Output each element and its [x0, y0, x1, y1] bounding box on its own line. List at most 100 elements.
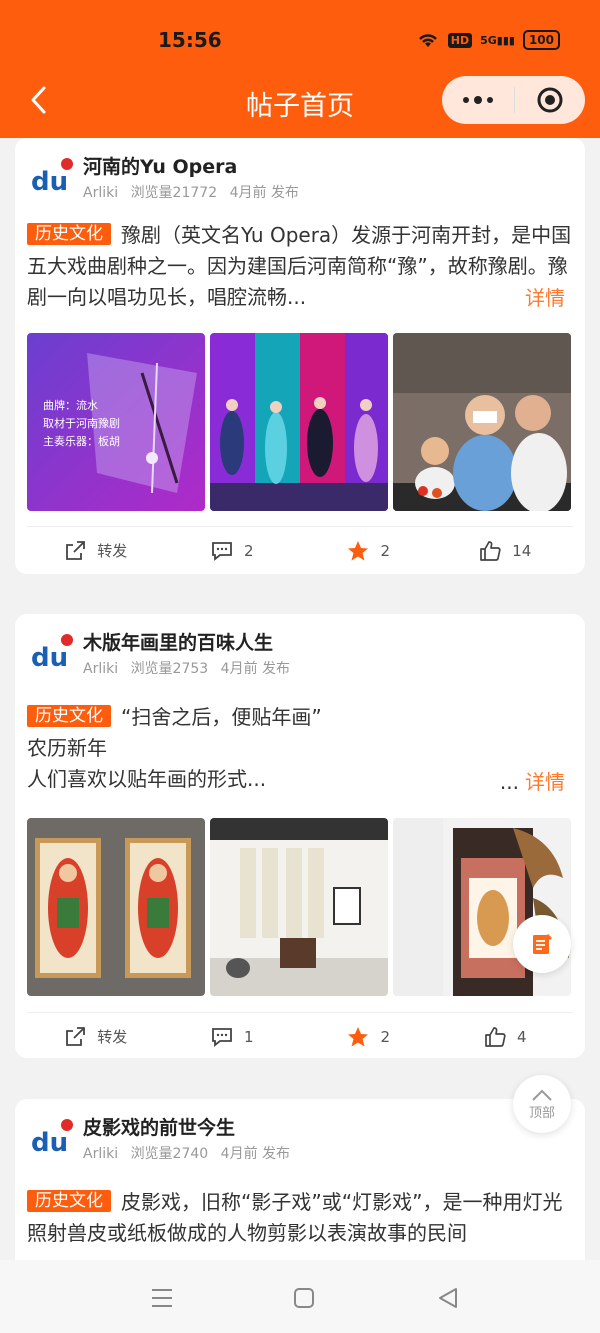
network-label: 5G: [480, 33, 497, 47]
back-to-top-label: 顶部: [528, 1105, 555, 1121]
star-icon: [348, 1026, 369, 1046]
comment-button[interactable]: 1: [164, 1013, 301, 1060]
post-meta: Arliki 浏览量2740 4月前 发布: [83, 1143, 298, 1163]
details-link[interactable]: 详情: [521, 282, 565, 311]
post-meta: Arliki 浏览量2753 4月前 发布: [83, 658, 298, 678]
status-time: 15:56: [158, 28, 222, 52]
status-icons: HD 5G▮▮▮ 100: [416, 30, 560, 50]
more-dots-icon: [463, 96, 493, 104]
image-caption-line: 取材于河南豫剧: [43, 416, 120, 430]
favorite-count: 2: [380, 541, 391, 560]
chevron-up-icon: [532, 1089, 552, 1101]
post-time: 4月前 发布: [220, 1146, 291, 1162]
category-tag[interactable]: 历史文化: [27, 1190, 111, 1212]
system-back-button[interactable]: [434, 1284, 462, 1312]
share-label: 转发: [97, 1028, 128, 1046]
edit-note-icon: [533, 934, 552, 954]
share-button[interactable]: 转发: [27, 1013, 164, 1060]
comment-count: 1: [243, 1027, 254, 1046]
post-image[interactable]: [210, 818, 388, 996]
post-meta: Arliki 浏览量21772 4月前 发布: [83, 182, 307, 202]
share-icon: [66, 1026, 86, 1046]
thumbs-up-icon: [480, 540, 501, 561]
thumbs-up-icon: [485, 1026, 506, 1047]
post-image[interactable]: [393, 333, 571, 511]
category-tag[interactable]: 历史文化: [27, 705, 111, 727]
image-caption-line: 曲牌：流水: [43, 398, 98, 412]
top-bar: 15:56 HD 5G▮▮▮ 100 帖子首页: [0, 0, 600, 138]
post-header: du 皮影戏的前世今生 Arliki 浏览量2740 4月前 发布: [29, 1113, 569, 1163]
like-count: 14: [512, 541, 532, 560]
favorite-button[interactable]: 2: [300, 1013, 437, 1060]
post-excerpt[interactable]: 历史文化 “扫舍之后，便贴年画” 农历新年 人们喜欢以贴年画的形式...: [27, 702, 573, 795]
avatar: du: [31, 634, 73, 672]
excerpt-line: 历史文化 “扫舍之后，便贴年画”: [27, 702, 573, 733]
menu-button[interactable]: [148, 1284, 176, 1312]
post-time: 4月前 发布: [229, 185, 299, 201]
post-title[interactable]: 皮影戏的前世今生: [83, 1113, 235, 1140]
home-button[interactable]: [290, 1284, 318, 1312]
post-author: Arliki: [83, 1146, 119, 1162]
post-excerpt[interactable]: 历史文化 豫剧（英文名Yu Opera）发源于河南开封，是中国五大戏曲剧种之一。因…: [27, 220, 573, 316]
back-to-top-button[interactable]: 顶部: [513, 1075, 571, 1133]
post-image[interactable]: [210, 333, 388, 511]
post-title[interactable]: 河南的Yu Opera: [83, 152, 237, 179]
post-author: Arliki: [83, 661, 119, 677]
nav-bar: 帖子首页: [0, 76, 600, 128]
share-icon: [66, 540, 86, 560]
details-link[interactable]: ... 详情: [500, 766, 565, 795]
svg-text:du: du: [31, 1128, 68, 1157]
excerpt-line: 农历新年: [27, 736, 107, 760]
favorite-count: 2: [380, 1027, 391, 1046]
comment-icon: [212, 541, 232, 561]
like-count: 4: [516, 1027, 527, 1046]
status-bar: 15:56 HD 5G▮▮▮ 100: [0, 28, 600, 54]
menu-icon: [152, 1289, 172, 1307]
target-circle-icon: [537, 87, 563, 113]
square-icon: [294, 1288, 314, 1308]
post-views: 浏览量2753: [130, 661, 209, 677]
post-card[interactable]: du 木版年画里的百味人生 Arliki 浏览量2753 4月前 发布 历史文化…: [15, 614, 585, 1058]
post-excerpt[interactable]: 历史文化 皮影戏，旧称“影子戏”或“灯影戏”，是一种用灯光照射兽皮或纸板做成的人物…: [27, 1187, 573, 1260]
post-images: [27, 818, 571, 996]
svg-text:du: du: [31, 167, 68, 196]
signal-icon: 5G▮▮▮: [480, 33, 515, 47]
share-button[interactable]: 转发: [27, 527, 164, 574]
share-label: 转发: [97, 542, 128, 560]
wifi-icon: [418, 34, 437, 47]
new-post-button[interactable]: [513, 915, 571, 973]
battery-level: 100: [528, 33, 554, 47]
category-tag[interactable]: 历史文化: [27, 223, 111, 245]
post-image[interactable]: [27, 818, 205, 996]
like-button[interactable]: 14: [437, 527, 574, 574]
mini-program-capsule: [442, 76, 585, 124]
post-card[interactable]: du 皮影戏的前世今生 Arliki 浏览量2740 4月前 发布 历史文化 皮影…: [15, 1099, 585, 1260]
avatar: du: [31, 158, 73, 196]
system-nav-bar: [0, 1260, 600, 1333]
svg-text:du: du: [31, 643, 68, 672]
post-author: Arliki: [83, 185, 119, 201]
image-caption-line: 主奏乐器：板胡: [43, 434, 120, 448]
more-button[interactable]: [442, 76, 514, 124]
excerpt-line-text: “扫舍之后，便贴年画”: [121, 705, 322, 729]
post-views: 浏览量2740: [130, 1146, 209, 1162]
star-icon: [348, 540, 369, 560]
avatar: du: [31, 1119, 73, 1157]
comment-count: 2: [243, 541, 254, 560]
excerpt-line: 人们喜欢以贴年画的形式...: [27, 767, 267, 791]
post-card[interactable]: du 河南的Yu Opera Arliki 浏览量21772 4月前 发布 历史…: [15, 138, 585, 574]
comment-button[interactable]: 2: [164, 527, 301, 574]
hd-badge: HD: [447, 32, 473, 48]
ellipsis: ...: [499, 770, 519, 794]
post-views: 浏览量21772: [130, 185, 218, 201]
close-mini-program-button[interactable]: [515, 76, 585, 124]
post-header: du 木版年画里的百味人生 Arliki 浏览量2753 4月前 发布: [29, 628, 569, 678]
favorite-button[interactable]: 2: [300, 527, 437, 574]
post-header: du 河南的Yu Opera Arliki 浏览量21772 4月前 发布: [29, 152, 569, 202]
triangle-back-icon: [439, 1288, 457, 1308]
post-title[interactable]: 木版年画里的百味人生: [83, 628, 273, 655]
like-button[interactable]: 4: [437, 1013, 574, 1060]
comment-icon: [212, 1027, 232, 1047]
post-image[interactable]: 曲牌：流水 取材于河南豫剧 主奏乐器：板胡: [27, 333, 205, 511]
post-time: 4月前 发布: [220, 661, 291, 677]
